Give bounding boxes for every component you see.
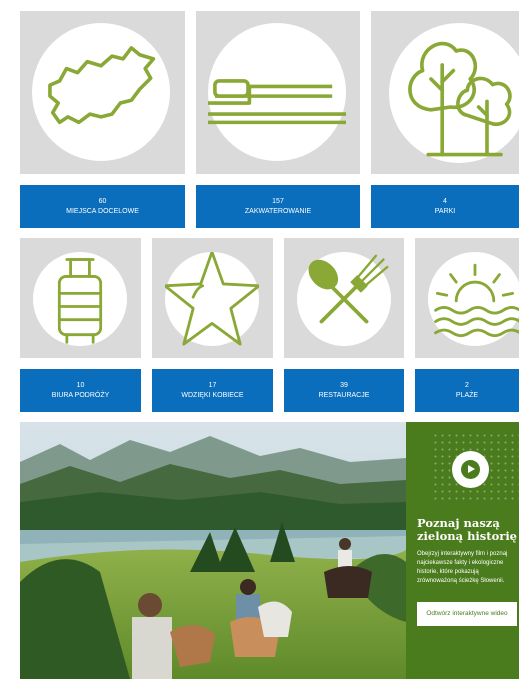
stat-value: 60 <box>98 197 107 205</box>
stat-tile-destinations[interactable]: 60 MIEJSCA DOCELOWE <box>20 11 185 228</box>
stat-name: BIURA PODRÓŻY <box>51 391 110 399</box>
stat-label: 4 PARKI <box>371 185 519 228</box>
stat-name: WDZIĘKI KOBIECE <box>181 391 244 399</box>
sun-waves-icon <box>434 263 519 338</box>
play-interactive-video-button[interactable]: Odtwórz interaktywne wideo <box>417 602 517 626</box>
stat-label: 2 PLAŻE <box>415 369 519 412</box>
slovenia-map-icon <box>48 46 156 125</box>
stat-label: 39 RESTAURACJE <box>284 369 404 412</box>
tile-image <box>152 238 273 358</box>
stat-name: PLAŻE <box>455 391 479 399</box>
tree-icon <box>408 41 512 157</box>
stat-name: MIEJSCA DOCELOWE <box>66 207 139 215</box>
landscape-photo-horse-riders <box>20 422 406 679</box>
tile-image <box>196 11 360 174</box>
story-title: Poznaj naszą zieloną historię <box>417 516 518 543</box>
story-description: Obejrzyj interaktywny film i poznaj najc… <box>417 551 508 584</box>
stat-name: RESTAURACJE <box>318 391 370 399</box>
stat-value: 10 <box>76 381 85 389</box>
star-icon <box>165 252 259 346</box>
stat-value: 17 <box>208 381 217 389</box>
suitcase-icon <box>57 258 103 344</box>
stat-label: 17 WDZIĘKI KOBIECE <box>152 369 273 412</box>
stat-value: 4 <box>443 197 447 205</box>
green-story-section: Poznaj naszą zieloną historię Obejrzyj i… <box>20 422 519 679</box>
stat-name: PARKI <box>434 207 456 215</box>
stat-tile-accommodation[interactable]: 157 ZAKWATEROWANIE <box>196 11 360 228</box>
stat-tile-female-charms[interactable]: 17 WDZIĘKI KOBIECE <box>152 238 273 412</box>
tile-image <box>20 238 141 358</box>
stat-label: 60 MIEJSCA DOCELOWE <box>20 185 185 228</box>
bed-icon <box>208 79 346 125</box>
tile-image <box>415 238 519 358</box>
story-panel: Poznaj naszą zieloną historię Obejrzyj i… <box>406 422 519 679</box>
tile-image <box>20 11 185 174</box>
tile-image <box>284 238 404 358</box>
tile-image <box>371 11 519 174</box>
stat-tile-beaches[interactable]: 2 PLAŻE <box>415 238 519 412</box>
stat-value: 2 <box>465 381 469 389</box>
stat-value: 39 <box>340 381 348 389</box>
stat-name: ZAKWATEROWANIE <box>244 207 312 215</box>
stat-label: 10 BIURA PODRÓŻY <box>20 369 141 412</box>
stat-tile-parks[interactable]: 4 PARKI <box>371 11 519 228</box>
stat-tile-restaurants[interactable]: 39 RESTAURACJE <box>284 238 404 412</box>
stat-label: 157 ZAKWATEROWANIE <box>196 185 360 228</box>
stat-tile-travel-agencies[interactable]: 10 BIURA PODRÓŻY <box>20 238 141 412</box>
stat-value: 157 <box>272 197 284 205</box>
play-icon <box>461 460 480 479</box>
play-video-button[interactable] <box>452 451 489 488</box>
fork-spoon-icon <box>308 254 389 324</box>
